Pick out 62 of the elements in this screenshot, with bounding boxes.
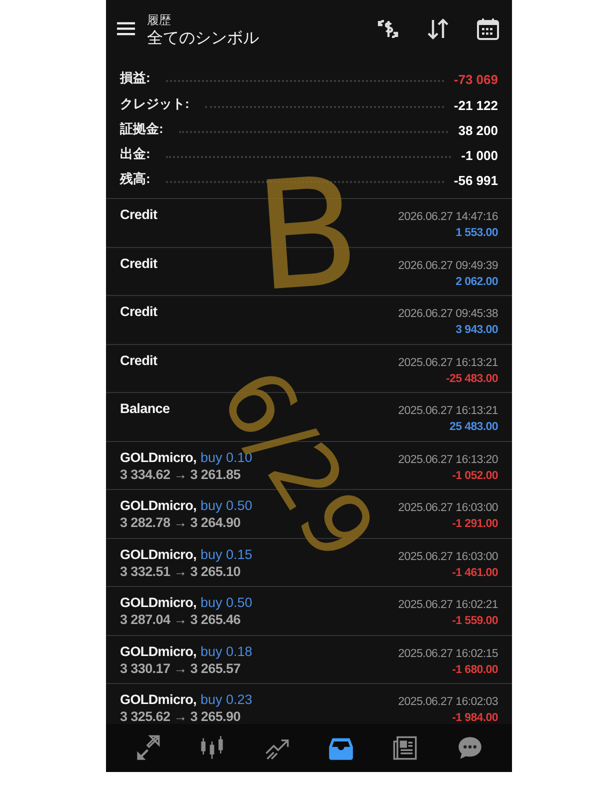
trade-prices: 3 325.62 → 3 265.90 xyxy=(120,708,242,724)
symbol-name: GOLDmicro, xyxy=(120,497,197,514)
deal-amount: -1 559.00 xyxy=(452,614,498,630)
deal-time: 2025.06.27 16:13:20 xyxy=(398,452,498,468)
trade-side: buy 0.18 xyxy=(200,642,252,660)
dollar-exchange-icon[interactable] xyxy=(376,17,400,41)
summary-label: 残高: xyxy=(120,170,150,188)
deal-time: 2025.06.27 16:02:21 xyxy=(398,598,498,614)
operation-name: Credit xyxy=(120,254,158,272)
summary-label: クレジット: xyxy=(120,94,190,113)
deal-time: 2025.06.27 16:03:00 xyxy=(398,501,498,516)
operation-name: Balance xyxy=(120,400,170,418)
deal-time: 2025.06.27 16:03:00 xyxy=(398,550,498,565)
deal-amount: -1 984.00 xyxy=(452,711,498,724)
deal-time: 2025.06.27 16:02:03 xyxy=(398,695,498,710)
trade-side: buy 0.50 xyxy=(200,594,252,612)
menu-icon[interactable] xyxy=(117,20,135,36)
summary-value: -73 069 xyxy=(454,72,498,88)
trade-prices: 3 330.17 → 3 265.57 xyxy=(120,660,242,677)
deal-amount: -1 461.00 xyxy=(452,566,498,581)
trade-prices: 3 287.04 → 3 265.46 xyxy=(120,611,242,628)
deal-amount: -1 052.00 xyxy=(452,468,498,484)
deal-amount: 25 483.00 xyxy=(450,420,498,436)
symbol-name: GOLDmicro, xyxy=(120,642,197,660)
deal-amount: 2 062.00 xyxy=(456,274,498,290)
deal-amount: -1 680.00 xyxy=(452,662,498,678)
deal-time: 2025.06.27 16:13:21 xyxy=(398,404,498,420)
deal-time: 2026.06.27 09:45:38 xyxy=(398,307,498,322)
summary-value: -21 122 xyxy=(454,98,498,113)
deal-amount: -1 291.00 xyxy=(452,517,498,532)
symbol-name: GOLDmicro, xyxy=(120,594,197,612)
deal-amount: 1 553.00 xyxy=(456,226,498,242)
deal-amount: -25 483.00 xyxy=(446,372,498,387)
trade-prices: 3 332.51 → 3 265.10 xyxy=(120,562,242,580)
operation-name: Credit xyxy=(120,303,158,320)
arrows-icon[interactable] xyxy=(135,735,162,761)
candlestick-icon[interactable] xyxy=(199,735,226,761)
newspaper-icon[interactable] xyxy=(392,735,418,761)
screen-subtitle: 履歴 xyxy=(147,12,172,28)
screen-title: 全てのシンボル xyxy=(147,28,260,48)
summary-value: -56 991 xyxy=(454,173,498,188)
deal-time: 2026.06.27 14:47:16 xyxy=(398,210,498,226)
summary-label: 証拠金: xyxy=(120,120,164,138)
trade-side: buy 0.23 xyxy=(200,691,252,708)
trade-side: buy 0.15 xyxy=(200,546,252,563)
calendar-icon[interactable] xyxy=(476,17,500,41)
deal-time: 2026.06.27 09:49:39 xyxy=(398,258,498,274)
deal-time: 2025.06.27 16:13:21 xyxy=(398,356,498,371)
summary-value: -1 000 xyxy=(461,148,498,164)
handwritten-note: B xyxy=(250,156,364,314)
symbol-name: GOLDmicro, xyxy=(120,448,197,466)
sort-icon[interactable] xyxy=(426,17,450,41)
deal-amount: 3 943.00 xyxy=(456,323,498,338)
summary-value: 38 200 xyxy=(458,122,498,138)
symbol-name: GOLDmicro, xyxy=(120,546,197,563)
symbol-name: GOLDmicro, xyxy=(120,691,197,708)
summary-label: 損益: xyxy=(120,69,150,88)
deal-time: 2025.06.27 16:02:15 xyxy=(398,646,498,662)
chat-icon[interactable] xyxy=(456,735,483,761)
operation-name: Credit xyxy=(120,352,158,369)
operation-name: Credit xyxy=(120,206,158,224)
summary-label: 出金: xyxy=(120,145,150,164)
